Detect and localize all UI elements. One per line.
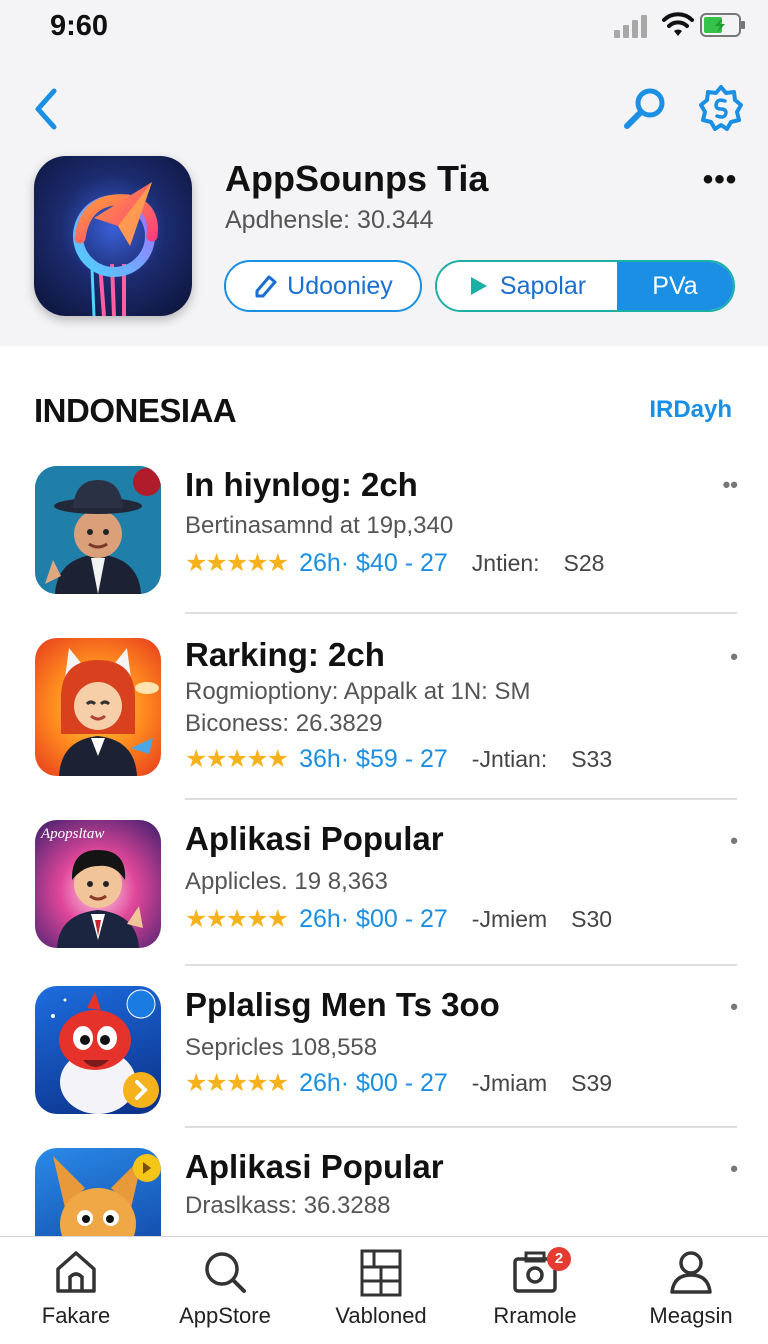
person-icon [670,1251,712,1294]
red-bird-avatar-icon [35,986,161,1114]
bunny-avatar-icon [35,1148,161,1236]
item-rating-row: ★★★★★ 26h· $00 - 27 -Jmiem S30 [185,904,612,934]
segment-left-button[interactable]: Sapolar [437,262,617,310]
item-more-icon[interactable]: • [730,994,738,1020]
section-link[interactable]: IRDayh [649,396,732,424]
app-title: AppSounps Tia [225,158,489,199]
search-icon [205,1252,246,1293]
battery-icon [700,13,745,37]
item-label: -Jmiem [471,905,548,932]
search-button[interactable] [620,86,670,132]
app-subtitle: Apdhensle: 30.344 [225,206,434,234]
item-code: S30 [571,905,613,932]
grid-icon [360,1249,402,1297]
search-icon [624,88,665,129]
rating-stars-icon: ★★★★★ [185,1069,289,1097]
tab-vabloned[interactable]: Vabloned [306,1237,456,1344]
tab-appstore[interactable]: AppStore [150,1237,300,1344]
segment-left-label: Sapolar [499,271,587,300]
play-icon [470,277,487,295]
item-subtitle-2: Biconess: 26.3829 [185,710,383,737]
item-subtitle: Applicles. 19 8,363 [185,868,388,895]
tab-fakare[interactable]: Fakare [1,1237,151,1344]
item-code: S28 [563,549,605,576]
tag-icon [255,275,277,298]
item-label: -Jmiam [471,1069,548,1096]
item-more-icon[interactable]: •• [723,472,738,498]
item-label: -Jntian: [471,745,548,772]
item-more-icon[interactable]: • [730,828,738,854]
item-code: S39 [571,1069,613,1096]
man-in-hat-avatar-icon [35,466,161,594]
fox-girl-avatar-icon [35,638,161,776]
more-options-button[interactable]: ••• [700,160,740,200]
gear-badge-icon [699,85,743,131]
back-button[interactable] [30,86,64,132]
tab-rramole[interactable]: 2 Rramole [460,1237,610,1344]
settings-button[interactable] [698,84,744,134]
list-item[interactable]: In hiynlog: 2ch Bertinasamnd at 19p,340 … [0,464,768,614]
item-label: Jntien: [471,549,540,576]
svg-text:Apopsltaw: Apopsltaw [40,826,104,842]
item-title: Rarking: 2ch [185,636,385,673]
list-item[interactable]: Aplikasi Popular Draslkass: 36.3288 • [0,1146,768,1236]
divider [185,1126,737,1128]
tab-label: Rramole [493,1303,577,1328]
item-rating-row: ★★★★★ 26h· $40 - 27 Jntien: S28 [185,548,604,578]
wifi-icon [662,12,694,36]
bottom-tab-bar: Fakare AppStore Vabloned 2 Rramole Meags… [0,1236,768,1344]
item-title: Aplikasi Popular [185,820,444,857]
segment-right-button[interactable]: PVa [617,262,733,310]
rating-stars-icon: ★★★★★ [185,549,289,577]
divider [185,612,737,614]
notification-badge: 2 [547,1247,571,1271]
item-title: Aplikasi Popular [185,1148,444,1185]
item-subtitle: Draslkass: 36.3288 [185,1192,391,1219]
item-price: 26h· $00 - 27 [299,904,448,933]
item-price: 26h· $00 - 27 [299,1068,448,1097]
status-time: 9:60 [50,10,109,42]
item-title: Pplalisg Men Ts 3oo [185,986,500,1023]
item-subtitle: Rogmioptiony: Appalk at 1N: SM [185,678,531,705]
item-more-icon[interactable]: • [730,644,738,670]
segmented-control: Sapolar PVa [435,260,735,312]
tab-label: Vabloned [335,1303,427,1328]
divider [185,964,737,966]
item-code: S33 [571,745,613,772]
list-item[interactable]: Apopsltaw Aplikasi Popular Applicles. 19… [0,818,768,966]
divider [185,798,737,800]
item-subtitle: Bertinasamnd at 19p,340 [185,512,454,539]
boy-avatar-icon: Apopsltaw [35,820,161,948]
list-item[interactable]: Pplalisg Men Ts 3oo Sepricles 108,558 ★★… [0,984,768,1126]
item-rating-row: ★★★★★ 36h· $59 - 27 -Jntian: S33 [185,744,612,774]
item-subtitle: Sepricles 108,558 [185,1034,378,1061]
item-more-icon[interactable]: • [730,1156,738,1182]
swirl-logo-icon [73,182,158,316]
segment-right-label: PVa [652,271,698,300]
pill-label: Udooniey [287,271,393,300]
rating-stars-icon: ★★★★★ [185,905,289,933]
chevron-left-icon [35,88,57,130]
tab-label: Meagsin [649,1303,733,1328]
rating-stars-icon: ★★★★★ [185,745,289,773]
signal-icon [614,15,647,38]
app-logo [34,156,192,316]
item-rating-row: ★★★★★ 26h· $00 - 27 -Jmiam S39 [185,1068,612,1098]
list-item[interactable]: Rarking: 2ch Rogmioptiony: Appalk at 1N:… [0,634,768,798]
tab-label: AppStore [179,1303,271,1328]
item-price: 36h· $59 - 27 [299,744,448,773]
primary-pill-button[interactable]: Udooniey [224,260,422,312]
home-icon [56,1251,96,1293]
item-title: In hiynlog: 2ch [185,466,418,503]
item-price: 26h· $40 - 27 [299,548,448,577]
tab-meagsin[interactable]: Meagsin [616,1237,766,1344]
section-title: INDONESIAA [34,392,237,429]
tab-label: Fakare [41,1303,111,1328]
